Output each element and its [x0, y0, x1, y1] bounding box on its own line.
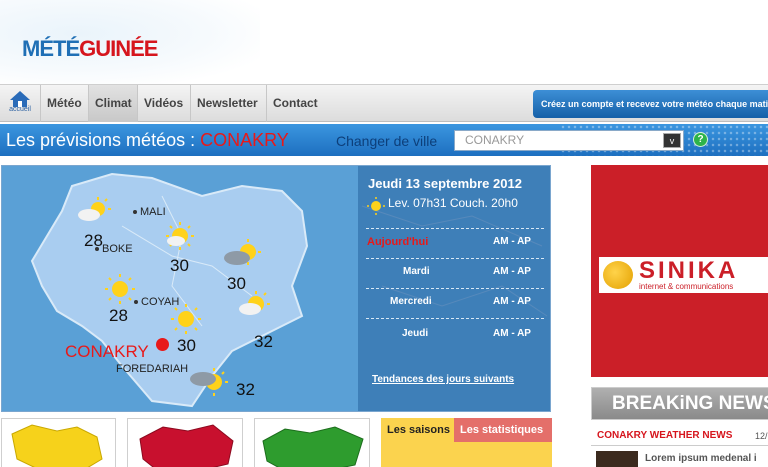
red-map-thumbnail [139, 424, 234, 467]
logo-text-part1: MÉTÉ [22, 36, 80, 61]
change-city-label: Changer de ville [336, 133, 438, 149]
capital-marker[interactable] [156, 338, 169, 351]
city-select[interactable]: CONAKRY v [454, 130, 684, 151]
forecast-title-prefix: Les prévisions météos : [6, 130, 201, 150]
forecast-date: Jeudi 13 septembre 2012 [368, 176, 522, 191]
cloudy-sun-icon [224, 239, 261, 265]
divider [366, 288, 544, 289]
news-date: 12/ [755, 431, 768, 441]
town-label[interactable]: FOREDARIAH [116, 363, 188, 375]
logo-text-part2: GUINÉE [79, 36, 158, 61]
news-thumbnail[interactable] [596, 451, 638, 467]
nav-item-climat[interactable]: Climat [88, 85, 138, 122]
forecast-row[interactable]: Jeudi AM - AP [358, 324, 550, 344]
map-thumbnail[interactable] [1, 418, 116, 467]
breaking-news-title: BREAKiNG NEWS [612, 393, 768, 414]
map-thumbnail[interactable] [127, 418, 243, 467]
forecast-day: Aujourd'hui [367, 236, 429, 248]
news-headline[interactable]: CONAKRY WEATHER NEWS [597, 430, 732, 441]
forecast-title-city: CONAKRY [200, 130, 289, 150]
stats-tabs: Les saisons Les statistiques [381, 418, 552, 467]
sun-icon [105, 274, 135, 304]
town-dot [133, 210, 137, 215]
yellow-map-thumbnail [11, 424, 103, 467]
forecast-panel: Jeudi 13 septembre 2012 Lev. 07h31 Couch… [358, 166, 550, 411]
divider [366, 258, 544, 259]
forecast-day: Mardi [403, 266, 430, 277]
tab-statistiques[interactable]: Les statistiques [454, 418, 552, 442]
nav-item-videos[interactable]: Vidéos [137, 85, 189, 122]
temperature-label: 30 [170, 256, 189, 275]
sun-times: Lev. 07h31 Couch. 20h0 [388, 196, 518, 210]
ad-logo-icon [603, 261, 633, 289]
home-label: accueil [9, 106, 31, 113]
forecast-row[interactable]: Mercredi AM - AP [358, 292, 550, 312]
forecast-row[interactable]: Mardi AM - AP [358, 262, 550, 282]
town-name: MALI [140, 206, 166, 218]
forecast-periods[interactable]: AM - AP [493, 236, 531, 247]
cloudy-sun-icon [190, 368, 228, 396]
town-label[interactable]: MALI [133, 206, 166, 218]
tab-saisons[interactable]: Les saisons [381, 418, 454, 442]
home-button[interactable]: accueil [3, 88, 37, 120]
news-item-text[interactable]: Lorem ipsum medenal i [645, 453, 757, 464]
partly-cloudy-icon [78, 197, 111, 221]
nav-item-contact[interactable]: Contact [266, 85, 324, 122]
forecast-row[interactable]: Aujourd'hui AM - AP [358, 232, 550, 252]
breaking-news-header: BREAKiNG NEWS [591, 387, 768, 420]
ad-brand: SINIKA [639, 257, 739, 284]
advertisement-banner[interactable]: SINIKA internet & communications [591, 165, 768, 377]
ad-logo-box: SINIKA internet & communications [599, 257, 768, 293]
forecast-periods[interactable]: AM - AP [493, 328, 531, 339]
sun-icon [367, 197, 385, 215]
sun-icon [166, 222, 194, 250]
town-name: FOREDARIAH [116, 363, 189, 375]
temperature-label: 32 [254, 332, 273, 351]
weather-map[interactable]: MALI BOKE COYAH FOREDARIAH CONAKRY 28 30… [1, 165, 551, 412]
temperature-label: 28 [84, 231, 103, 250]
forecast-day: Mercredi [390, 296, 432, 307]
city-select-value: CONAKRY [465, 133, 525, 147]
site-logo[interactable]: MÉTÉGUINÉE [22, 36, 158, 62]
chevron-down-icon[interactable]: v [663, 133, 681, 148]
forecast-day: Jeudi [402, 328, 429, 339]
capital-label[interactable]: CONAKRY [65, 342, 149, 362]
forecast-periods[interactable]: AM - AP [493, 266, 531, 277]
nav-item-meteo[interactable]: Météo [40, 85, 88, 122]
site-header: MÉTÉGUINÉE [0, 0, 768, 84]
partly-cloudy-icon [239, 291, 270, 315]
temperature-label: 28 [109, 306, 128, 325]
ad-tagline: internet & communications [639, 282, 734, 291]
help-icon[interactable]: ? [693, 132, 708, 147]
sun-icon [171, 304, 201, 334]
temperature-label: 30 [177, 336, 196, 355]
trend-link[interactable]: Tendances des jours suivants [372, 374, 514, 385]
map-thumbnail[interactable] [254, 418, 370, 467]
forecast-bar: Les prévisions météos : CONAKRY Changer … [0, 124, 768, 156]
main-nav: accueil Météo Climat Vidéos Newsletter C… [0, 84, 768, 122]
divider [366, 318, 544, 319]
green-map-thumbnail [262, 426, 364, 467]
nav-item-newsletter[interactable]: Newsletter [190, 85, 264, 122]
signup-button[interactable]: Créez un compte et recevez votre météo c… [533, 90, 768, 118]
divider [366, 228, 544, 229]
forecast-periods[interactable]: AM - AP [493, 296, 531, 307]
divider [591, 445, 768, 446]
forecast-title: Les prévisions météos : CONAKRY [6, 130, 289, 151]
town-name: BOKE [102, 243, 133, 255]
temperature-label: 32 [236, 380, 255, 399]
